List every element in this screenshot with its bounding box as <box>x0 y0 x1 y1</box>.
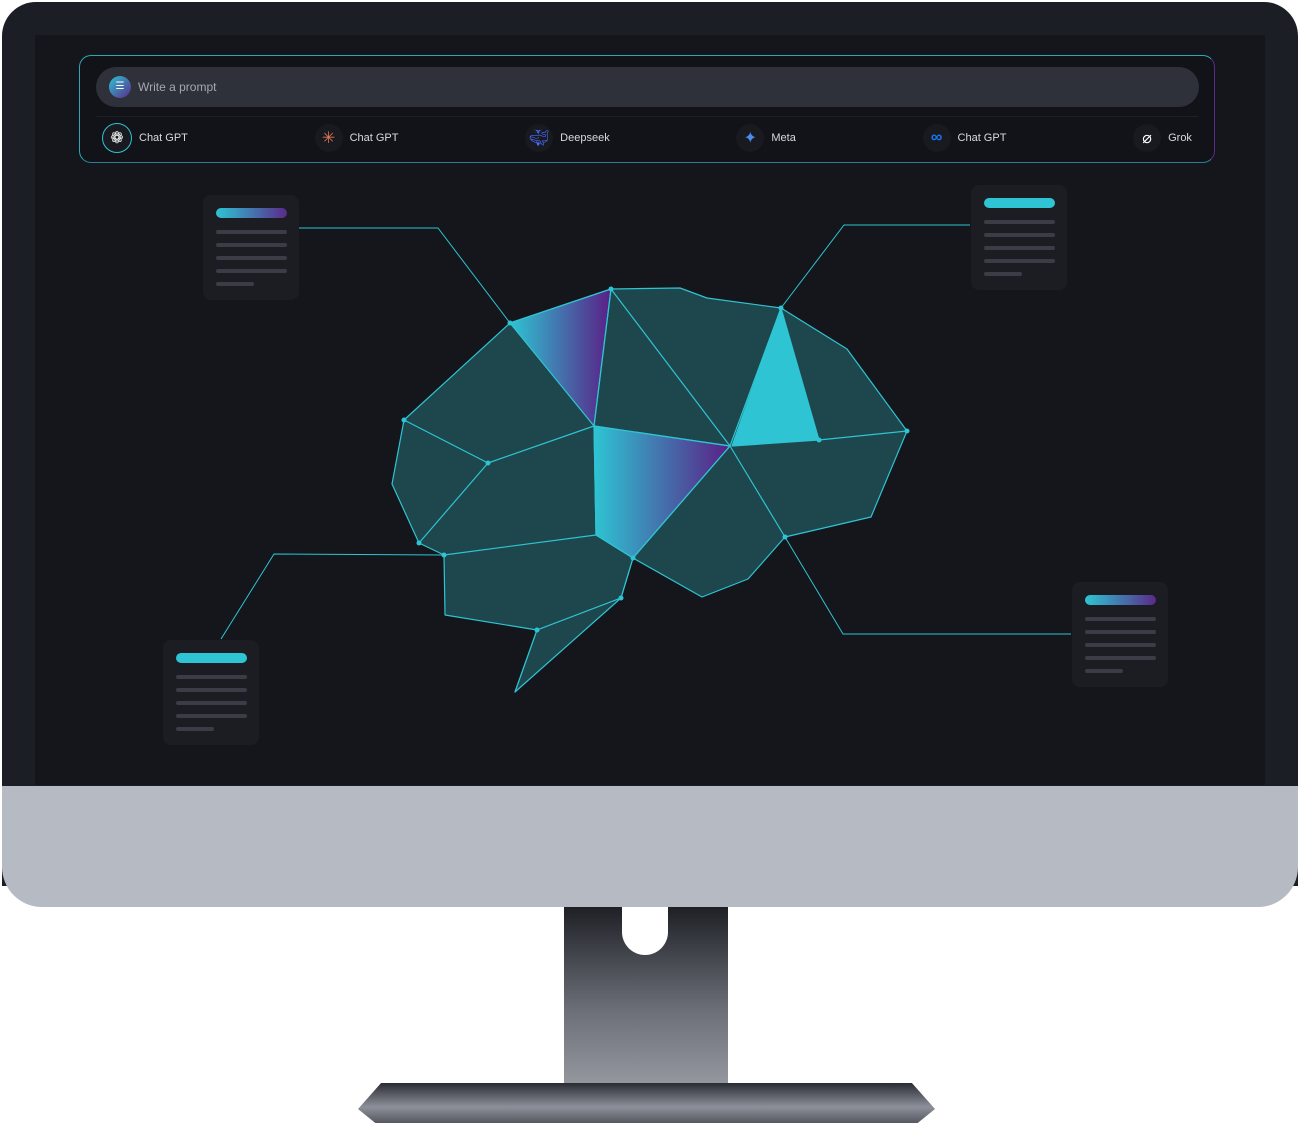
info-card-bottom-left <box>163 640 259 745</box>
info-card-bottom-right <box>1072 582 1168 687</box>
info-card-top-right <box>971 185 1067 290</box>
brain-illustration <box>220 224 1071 693</box>
info-card-top-left <box>203 195 299 300</box>
